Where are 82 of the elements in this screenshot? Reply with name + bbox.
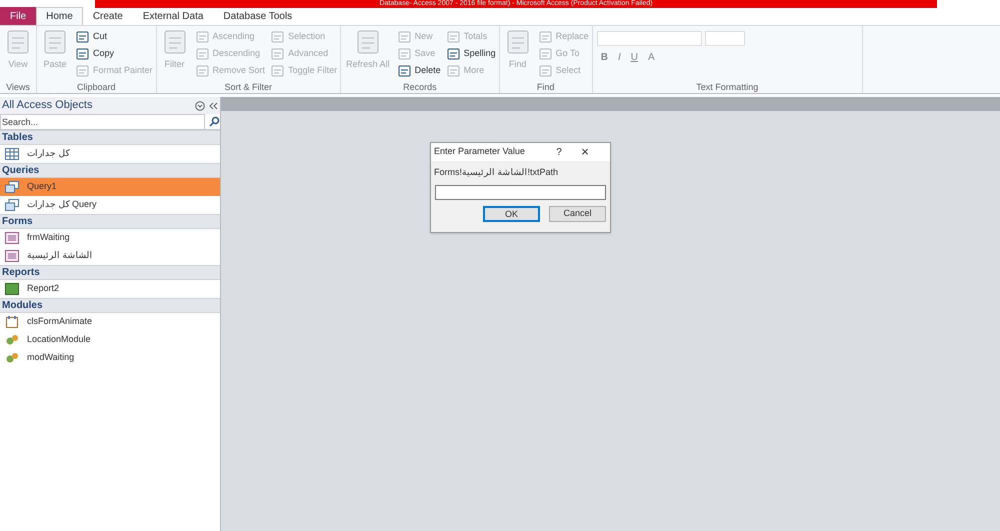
search-icon[interactable]	[209, 116, 220, 127]
navigation-item[interactable]: clsFormAnimate	[0, 313, 220, 331]
command-icon	[446, 48, 460, 60]
navigation-item[interactable]: كل جدارات Query	[0, 196, 220, 214]
item-label: كل جدارات	[27, 147, 70, 160]
item-label: frmWaiting	[27, 231, 70, 244]
item-label: Query1	[27, 180, 57, 194]
command-icon	[354, 29, 381, 55]
command-icon	[271, 48, 284, 60]
command-icon	[196, 31, 209, 43]
command-icon	[5, 29, 31, 55]
command-icon	[538, 48, 552, 60]
section-header[interactable]: Tables	[0, 130, 220, 145]
command-icon	[196, 48, 209, 60]
section-header[interactable]: Reports	[0, 265, 220, 280]
command-icon	[271, 31, 284, 43]
item-label: modWaiting	[27, 351, 74, 364]
module-icon	[5, 316, 19, 328]
item-label: LocationModule	[27, 333, 91, 346]
command-icon	[76, 48, 89, 60]
parameter-input[interactable]	[435, 184, 606, 200]
command-icon	[398, 48, 411, 60]
dialog-title: Enter Parameter Value	[433, 145, 526, 158]
command-icon	[446, 31, 460, 43]
parameter-prompt: Forms!الشاشة الرئيسية!txtPath	[433, 166, 560, 180]
navigation-item[interactable]: frmWaiting	[0, 229, 220, 247]
pane-title: All Access Objects	[2, 98, 92, 114]
section-header[interactable]: Forms	[0, 214, 220, 229]
navigation-item[interactable]: LocationModule	[0, 331, 220, 349]
search-field[interactable]: Search...	[0, 114, 205, 130]
navigation-item[interactable]: كل جدارات	[0, 145, 220, 163]
navigation-item[interactable]: modWaiting	[0, 349, 220, 367]
group-label: Text Formatting	[695, 81, 760, 93]
dialog-button[interactable]: OK	[483, 206, 540, 222]
form-icon	[5, 250, 19, 262]
command-icon	[538, 31, 552, 43]
gears-icon	[5, 334, 19, 346]
item-label: الشاشة الرئيسية	[27, 249, 93, 262]
help-button[interactable]: ?	[549, 144, 569, 160]
navigation-item[interactable]: Report2	[0, 280, 220, 298]
group-label: Clipboard	[76, 81, 117, 93]
group-label: Records	[402, 81, 438, 93]
command-icon	[162, 29, 188, 55]
command-icon	[446, 65, 460, 77]
group-label: Find	[536, 81, 556, 93]
dropdown-icon[interactable]	[195, 100, 205, 110]
gears-icon	[5, 352, 19, 364]
section-header[interactable]: Queries	[0, 163, 220, 178]
command-icon	[504, 29, 531, 55]
report-icon	[5, 283, 19, 295]
ribbon-tab[interactable]: External Data	[132, 7, 214, 25]
ribbon-button[interactable]: Delete	[398, 63, 441, 79]
command-icon	[398, 65, 411, 77]
command-icon	[196, 65, 209, 77]
group-label: Sort & Filter	[224, 81, 274, 93]
query-icon	[5, 181, 19, 193]
ribbon-button[interactable]: Cut	[76, 29, 153, 45]
section-header[interactable]: Modules	[0, 298, 220, 313]
ribbon-tab[interactable]: Database Tools	[213, 7, 302, 25]
ribbon-tab[interactable]: Home	[36, 7, 83, 25]
ribbon-button[interactable]: Copy	[76, 46, 153, 62]
navigation-item[interactable]: الشاشة الرئيسية	[0, 247, 220, 265]
command-icon	[271, 65, 284, 77]
table-icon	[5, 148, 19, 160]
form-icon	[5, 232, 19, 244]
group-label: Views	[5, 81, 31, 93]
command-icon	[42, 29, 68, 55]
command-icon	[538, 65, 552, 77]
ribbon-tab[interactable]: Create	[82, 7, 133, 25]
item-label: كل جدارات Query	[27, 198, 97, 212]
command-icon	[76, 65, 89, 77]
item-label: Report2	[27, 282, 60, 296]
dialog-button[interactable]: Cancel	[549, 206, 606, 222]
close-button[interactable]: ×	[569, 142, 601, 162]
collapse-icon[interactable]	[209, 102, 218, 110]
file-tab[interactable]: File	[0, 7, 36, 25]
navigation-item[interactable]: Query1	[0, 178, 220, 196]
command-icon	[398, 31, 411, 43]
item-label: clsFormAnimate	[27, 315, 92, 328]
command-icon	[76, 31, 89, 43]
query-icon	[5, 199, 19, 211]
ribbon-button[interactable]: Spelling	[446, 46, 496, 62]
